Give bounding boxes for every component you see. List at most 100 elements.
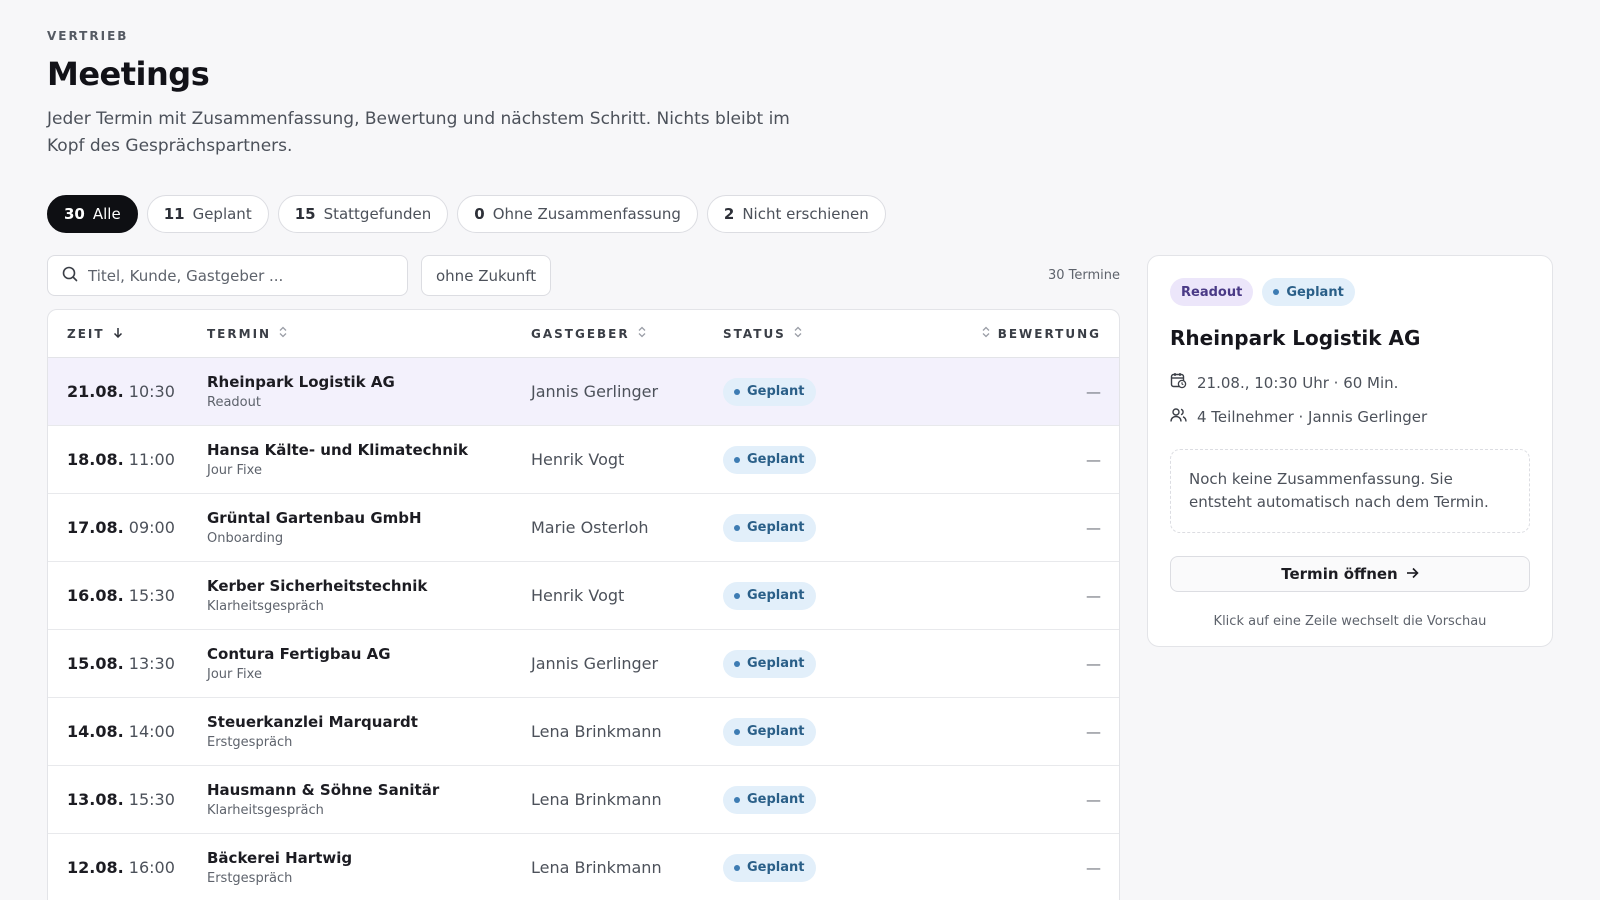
meetings-table: ZEIT TERMIN GASTGEBER STATUS BEWERTUNG 2… <box>47 309 1120 900</box>
filter-count: 11 <box>163 205 185 223</box>
table-header: ZEIT TERMIN GASTGEBER STATUS BEWERTUNG <box>48 310 1119 358</box>
row-termin: Rheinpark Logistik AG Readout <box>207 373 395 410</box>
arrow-right-icon <box>1406 565 1419 583</box>
filter-chip-alle[interactable]: 30 Alle <box>47 195 138 233</box>
table-row[interactable]: 17.08. 09:00 Grüntal Gartenbau GmbH Onboa… <box>48 494 1119 562</box>
calendar-clock-icon <box>1170 372 1187 393</box>
open-meeting-button[interactable]: Termin öffnen <box>1170 556 1530 592</box>
filter-chip-geplant[interactable]: 11 Geplant <box>146 195 269 233</box>
type-tag: Readout <box>1170 278 1254 306</box>
row-host: Lena Brinkmann <box>531 790 662 809</box>
row-host: Henrik Vogt <box>531 586 625 605</box>
table-row[interactable]: 14.08. 14:00 Steuerkanzlei Marquardt Erst… <box>48 698 1119 766</box>
row-termin: Steuerkanzlei Marquardt Erstgespräch <box>207 713 418 750</box>
filter-label: Stattgefunden <box>323 205 432 223</box>
row-status: Geplant <box>723 513 923 542</box>
row-termin: Grüntal Gartenbau GmbH Onboarding <box>207 509 422 546</box>
row-status: Geplant <box>723 717 923 746</box>
search-input[interactable] <box>88 266 388 285</box>
summary-placeholder: Noch keine Zusammenfassung. Sie entsteht… <box>1170 449 1530 533</box>
row-host: Jannis Gerlinger <box>531 654 659 673</box>
ohne-zukunft-toggle[interactable]: ohne Zukunft <box>421 255 552 296</box>
row-date: 15.08. 13:30 <box>67 654 175 673</box>
row-status: Geplant <box>723 445 923 474</box>
row-date: 17.08. 09:00 <box>67 518 175 537</box>
status-badge: Geplant <box>723 853 816 882</box>
preview-title: Rheinpark Logistik AG <box>1170 326 1421 350</box>
preview-datetime: 21.08., 10:30 Uhr · 60 Min. <box>1170 372 1530 393</box>
status-badge: Geplant <box>723 785 816 814</box>
row-rating: — <box>1086 722 1101 741</box>
row-status: Geplant <box>723 853 923 882</box>
table-row[interactable]: 16.08. 15:30 Kerber Sicherheitstechnik Kl… <box>48 562 1119 630</box>
column-label: STATUS <box>723 326 786 341</box>
filter-count: 2 <box>723 205 735 223</box>
filter-count: 0 <box>474 205 485 223</box>
filter-label: Geplant <box>192 205 252 223</box>
row-status: Geplant <box>723 785 923 814</box>
row-termin: Hansa Kälte- und Klimatechnik Jour Fixe <box>207 441 468 478</box>
row-rating: — <box>1086 518 1101 537</box>
status-badge: Geplant <box>723 513 816 542</box>
row-date: 16.08. 15:30 <box>67 586 175 605</box>
page-title: Meetings <box>47 55 210 93</box>
row-host: Henrik Vogt <box>531 450 625 469</box>
arrow-down-icon <box>113 327 123 341</box>
status-badge: Geplant <box>723 377 816 406</box>
column-header-gastgeber[interactable]: GASTGEBER <box>531 326 723 341</box>
row-termin: Contura Fertigbau AG Jour Fixe <box>207 645 391 682</box>
filter-chip-nicht-erschienen[interactable]: 2 Nicht erschienen <box>706 195 886 233</box>
column-header-bewertung[interactable]: BEWERTUNG <box>923 326 1119 341</box>
users-icon <box>1170 407 1187 427</box>
search-box[interactable] <box>47 255 408 296</box>
status-badge: Geplant <box>1262 278 1355 306</box>
table-row[interactable]: 15.08. 13:30 Contura Fertigbau AG Jour Fi… <box>48 630 1119 698</box>
row-status: Geplant <box>723 649 923 678</box>
row-date: 13.08. 15:30 <box>67 790 175 809</box>
row-date: 18.08. 11:00 <box>67 450 175 469</box>
filter-label: Ohne Zusammenfassung <box>492 205 681 223</box>
table-row[interactable]: 18.08. 11:00 Hansa Kälte- und Klimatechn… <box>48 426 1119 494</box>
row-termin: Kerber Sicherheitstechnik Klarheitsgesprä… <box>207 577 428 614</box>
filter-count: 30 <box>64 205 85 223</box>
button-label: Termin öffnen <box>1281 565 1398 583</box>
column-label: GASTGEBER <box>531 326 630 341</box>
preview-participants: 4 Teilnehmer · Jannis Gerlinger <box>1170 407 1530 427</box>
table-row[interactable]: 21.08. 10:30 Rheinpark Logistik AG Readou… <box>48 358 1119 426</box>
status-badge: Geplant <box>723 581 816 610</box>
row-date: 21.08. 10:30 <box>67 382 175 401</box>
status-badge: Geplant <box>723 649 816 678</box>
sort-icon <box>638 326 646 341</box>
sort-icon <box>794 326 802 341</box>
row-host: Marie Osterloh <box>531 518 649 537</box>
filter-label: Alle <box>92 205 121 223</box>
row-rating: — <box>1086 450 1101 469</box>
page-eyebrow: VERTRIEB <box>47 29 129 43</box>
row-date: 12.08. 16:00 <box>67 858 175 877</box>
filter-chip-stattgefunden[interactable]: 15 Stattgefunden <box>277 195 449 233</box>
row-host: Lena Brinkmann <box>531 722 662 741</box>
column-header-termin[interactable]: TERMIN <box>207 326 531 341</box>
preview-panel: Readout Geplant Rheinpark Logistik AG 21… <box>1147 255 1553 647</box>
row-termin: Bäckerei Hartwig Erstgespräch <box>207 849 353 886</box>
sort-icon <box>279 326 287 341</box>
status-badge: Geplant <box>723 717 816 746</box>
filter-label: Nicht erschienen <box>742 205 869 223</box>
result-count: 30 Termine <box>1047 268 1120 283</box>
row-rating: — <box>1086 586 1101 605</box>
filter-count: 15 <box>294 205 316 223</box>
column-header-zeit[interactable]: ZEIT <box>48 327 207 341</box>
column-label: BEWERTUNG <box>997 326 1101 341</box>
filter-chip-ohne-zusammenfassung[interactable]: 0 Ohne Zusammenfassung <box>457 195 698 233</box>
column-label: TERMIN <box>207 326 272 341</box>
column-header-status[interactable]: STATUS <box>723 326 923 341</box>
page-subtitle: Jeder Termin mit Zusammenfassung, Bewert… <box>47 109 790 156</box>
row-rating: — <box>1086 858 1101 877</box>
preview-hint: Klick auf eine Zeile wechselt die Vorsch… <box>1213 614 1487 629</box>
sort-icon <box>982 326 990 341</box>
table-row[interactable]: 13.08. 15:30 Hausmann & Söhne Sanitär Kla… <box>48 766 1119 834</box>
row-status: Geplant <box>723 581 923 610</box>
status-badge: Geplant <box>723 445 816 474</box>
row-rating: — <box>1086 654 1101 673</box>
table-row[interactable]: 12.08. 16:00 Bäckerei Hartwig Erstgespräc… <box>48 834 1119 900</box>
